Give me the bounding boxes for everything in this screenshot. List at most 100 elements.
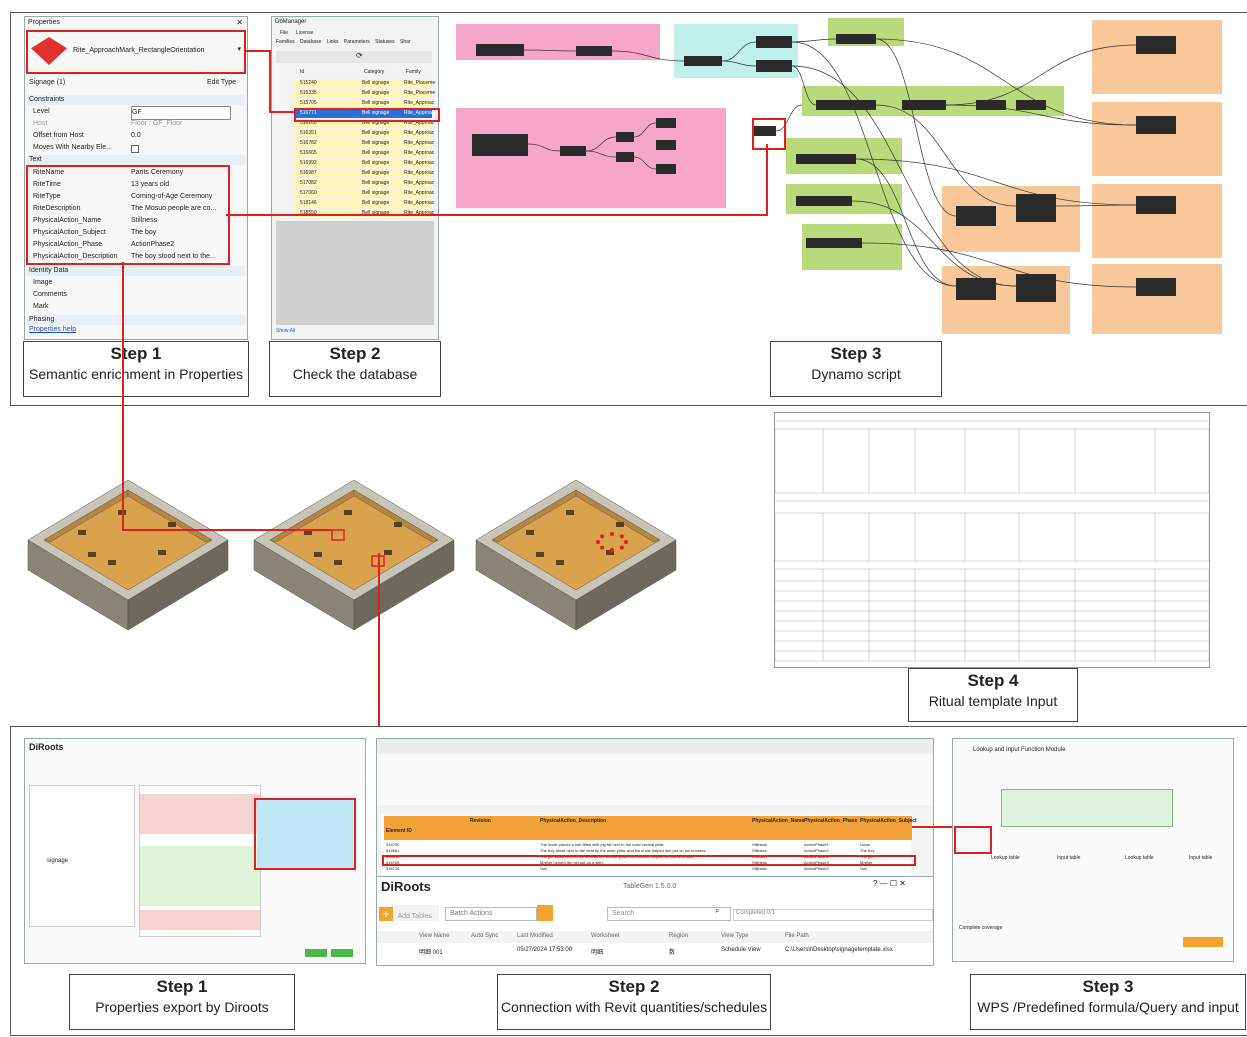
excel-cell[interactable]: 516561: [386, 848, 436, 853]
tab-families[interactable]: Families: [276, 39, 295, 45]
edit-type-button[interactable]: Edit Type: [207, 79, 236, 86]
type-selector[interactable]: Signage (1): [29, 79, 65, 86]
db-column-category[interactable]: Category: [364, 69, 384, 75]
dynamo-node[interactable]: [1136, 196, 1176, 214]
cancel-button[interactable]: [331, 949, 353, 957]
dynamo-group[interactable]: [1092, 102, 1222, 176]
excel-cell[interactable]: Stillness: [752, 866, 802, 871]
dynamo-node[interactable]: [616, 152, 634, 162]
tablegen-column-header[interactable]: View Name: [419, 933, 450, 939]
db-row[interactable]: 518146 Bell signage Rite_Approac: [294, 199, 434, 208]
dynamo-node[interactable]: [976, 100, 1006, 110]
section-constraints[interactable]: Constraints: [27, 95, 245, 105]
complete-coverage-label[interactable]: Complete coverage: [959, 925, 1002, 931]
input-table-label[interactable]: Input table: [1057, 855, 1080, 861]
dynamo-node[interactable]: [560, 146, 586, 156]
dynamo-node[interactable]: [1016, 274, 1056, 302]
db-show-all[interactable]: Show All: [276, 328, 295, 334]
dynamo-node[interactable]: [472, 134, 528, 156]
dynamo-node[interactable]: [616, 132, 634, 142]
db-row[interactable]: 516665 Bell signage Rite_Approac: [294, 149, 434, 158]
tablegen-cell[interactable]: C:\Users\l\Desktop\signagetemplate.xlsx: [785, 947, 893, 953]
dynamo-node[interactable]: [796, 196, 852, 206]
dynamo-node[interactable]: [956, 206, 996, 226]
excel-cell[interactable]: ActionPhase1: [804, 842, 854, 847]
tab-database[interactable]: Database: [300, 39, 321, 45]
export-button[interactable]: [305, 949, 327, 957]
section-text[interactable]: Text: [27, 155, 245, 165]
tab-statuses[interactable]: Statuses: [375, 39, 394, 45]
tablegen-cell[interactable]: 05/27/2024 17:53:00: [517, 947, 572, 953]
lookup-table-label-2[interactable]: Lookup table: [1125, 855, 1154, 861]
dynamo-node[interactable]: [684, 56, 722, 66]
tab-parameters[interactable]: Parameters: [344, 39, 370, 45]
tablegen-column-header[interactable]: Last Modified: [517, 933, 553, 939]
tablegen-cell[interactable]: 数: [669, 947, 675, 956]
db-row[interactable]: 515335 Bell signage Rite_Placeme: [294, 89, 435, 98]
tablegen-cell[interactable]: 明细 001: [419, 947, 443, 956]
tablegen-cell[interactable]: 明细: [591, 947, 603, 956]
tab-shar[interactable]: Shar: [400, 39, 411, 45]
lookup-table-label[interactable]: Lookup table: [991, 855, 1020, 861]
refresh-icon[interactable]: ⟳: [356, 51, 363, 60]
dynamo-node[interactable]: [656, 164, 676, 174]
dynamo-node[interactable]: [1136, 116, 1176, 134]
db-column-id[interactable]: Id: [300, 69, 304, 75]
window-controls[interactable]: ? — ☐ ✕: [873, 879, 906, 888]
properties-help-link[interactable]: Properties help: [29, 326, 76, 333]
dynamo-node[interactable]: [1136, 36, 1176, 54]
section-identity[interactable]: Identity Data: [27, 266, 245, 276]
tab-links[interactable]: Links: [327, 39, 339, 45]
tablegen-column-header[interactable]: File Path: [785, 933, 809, 939]
db-row[interactable]: 515240 Bell signage Rite_Placeme: [294, 79, 435, 88]
excel-cell[interactable]: ActionPhase2: [804, 848, 854, 853]
dynamo-node[interactable]: [1136, 278, 1176, 296]
prop-value[interactable]: 0.0: [131, 130, 229, 142]
dynamo-group[interactable]: [1092, 184, 1222, 258]
dynamo-node[interactable]: [836, 34, 876, 44]
tablegen-column-header[interactable]: Region: [669, 933, 688, 939]
dynamo-node[interactable]: [902, 100, 946, 110]
dynamo-node[interactable]: [1016, 194, 1056, 222]
dynamo-group[interactable]: [1092, 20, 1222, 94]
excel-cell[interactable]: The uncle placed a belt fitted with pig …: [540, 842, 748, 847]
dynamo-node[interactable]: [956, 278, 996, 300]
dynamo-group[interactable]: [456, 108, 726, 208]
excel-cell[interactable]: 516726: [386, 866, 436, 871]
db-row[interactable]: 516987 Bell signage Rite_Approac: [294, 169, 434, 178]
db-row[interactable]: 515705 Bell signage Rite_Approac: [294, 99, 434, 108]
excel-cell[interactable]: The boy: [860, 848, 910, 853]
excel-cell[interactable]: 516700: [386, 842, 436, 847]
dynamo-node[interactable]: [476, 44, 524, 56]
dynamo-group[interactable]: [1092, 264, 1222, 334]
excel-cell[interactable]: ActionPhase3: [804, 866, 854, 871]
dynamo-node[interactable]: [816, 100, 876, 110]
excel-cell[interactable]: Stillness: [752, 842, 802, 847]
excel-cell[interactable]: Null: [860, 866, 910, 871]
tablegen-column-header[interactable]: Auto Sync: [471, 933, 498, 939]
dynamo-node[interactable]: [756, 60, 792, 72]
tablegen-column-header[interactable]: Worksheet: [591, 933, 620, 939]
db-row[interactable]: 516351 Bell signage Rite_Approac: [294, 129, 434, 138]
excel-cell[interactable]: The boy stood next to the seat by the ma…: [540, 848, 748, 853]
batch-actions-dropdown[interactable]: Batch Actions: [445, 907, 537, 921]
excel-cell[interactable]: Uncle: [860, 842, 910, 847]
input-table-label-2[interactable]: Input table: [1189, 855, 1212, 861]
db-column-family[interactable]: Family: [406, 69, 421, 75]
tablegen-column-header[interactable]: View Type: [721, 933, 748, 939]
db-row[interactable]: 516992 Bell signage Rite_Approac: [294, 159, 434, 168]
search-input[interactable]: Search: [607, 907, 731, 921]
dynamo-node[interactable]: [1016, 100, 1046, 110]
dynamo-node[interactable]: [576, 46, 612, 56]
db-row[interactable]: 517082 Bell signage Rite_Approac: [294, 179, 434, 188]
dynamo-node[interactable]: [656, 140, 676, 150]
add-tables-button[interactable]: + Add Tables: [379, 905, 439, 921]
section-phasing[interactable]: Phasing: [27, 315, 245, 325]
excel-cell[interactable]: Null: [540, 866, 748, 871]
close-icon[interactable]: ✕: [236, 18, 243, 27]
dynamo-node[interactable]: [806, 238, 862, 248]
dynamo-node[interactable]: [756, 36, 792, 48]
db-menu-license[interactable]: License: [296, 30, 313, 36]
tablegen-cell[interactable]: Schedule View: [721, 947, 761, 953]
prop-checkbox[interactable]: [131, 145, 139, 153]
